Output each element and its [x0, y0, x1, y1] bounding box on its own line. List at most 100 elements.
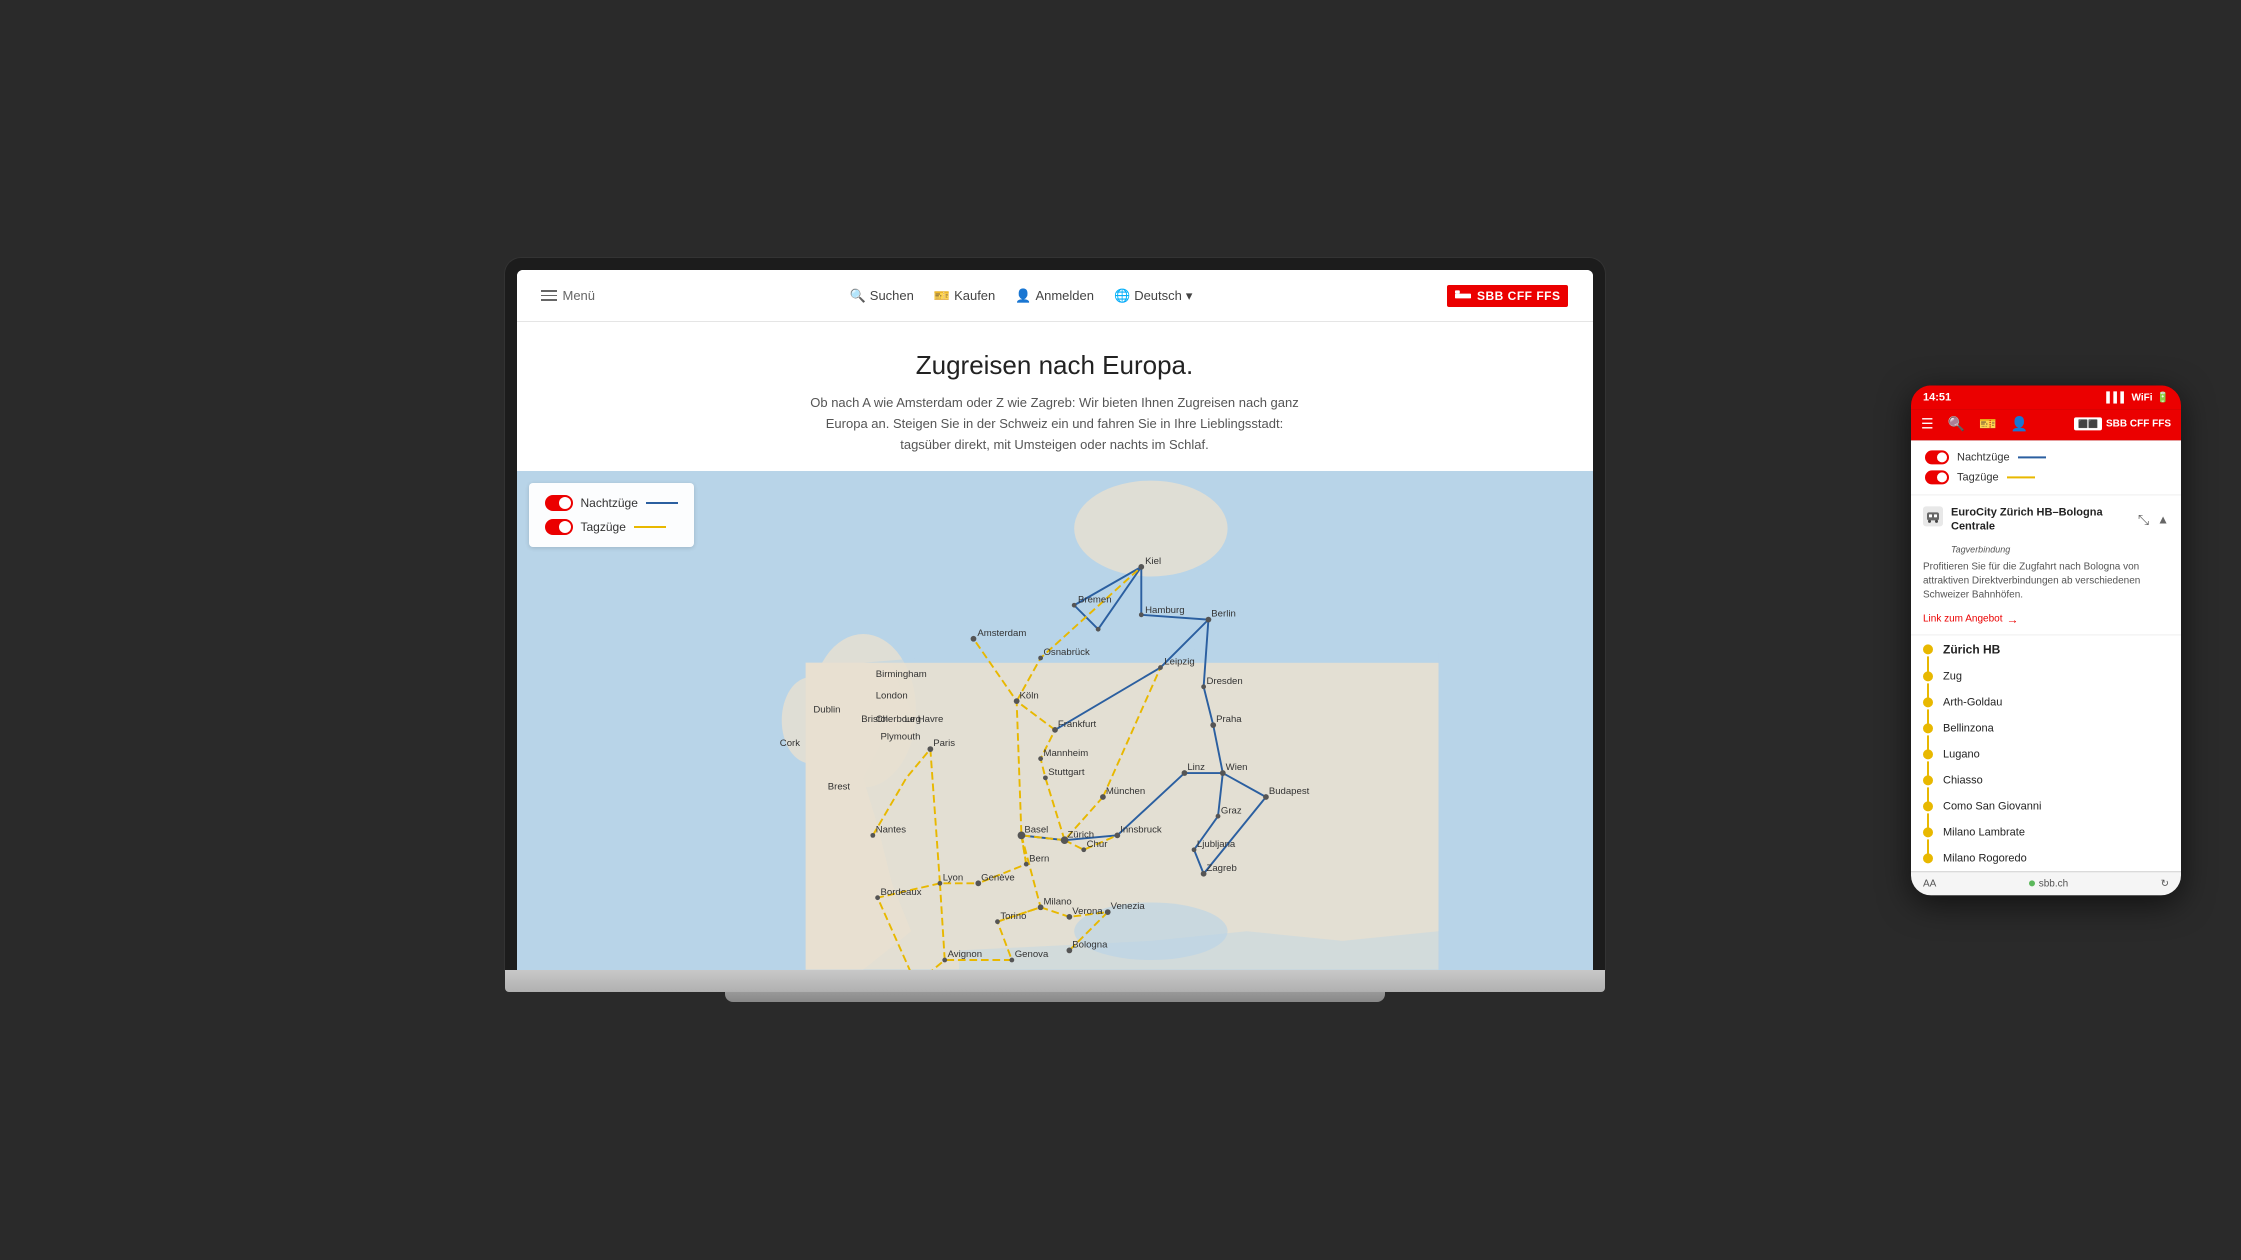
phone-day-toggle[interactable] [1925, 470, 1949, 484]
stop-item[interactable]: Milano Rogoredo [1911, 845, 2181, 871]
stop-item[interactable]: Lugano [1911, 741, 2181, 767]
phone-day-line [2007, 476, 2035, 478]
nav-center: 🔍 Suchen 🎫 Kaufen 👤 Anmelden 🌐 [850, 288, 1193, 304]
stop-dot [1923, 853, 1933, 863]
svg-text:Birmingham: Birmingham [875, 670, 926, 681]
route-link-label[interactable]: Link zum Angebot [1923, 613, 2003, 624]
route-train-icon [1923, 506, 1943, 526]
refresh-icon[interactable]: ↻ [2161, 878, 2169, 889]
phone-legend-night[interactable]: Nachtzüge [1925, 450, 2167, 464]
hamburger-icon[interactable] [541, 290, 557, 301]
legend-item-night[interactable]: Nachtzüge [545, 495, 678, 511]
stop-item[interactable]: Como San Giovanni [1911, 793, 2181, 819]
buy-label[interactable]: Kaufen [954, 288, 995, 303]
phone-time: 14:51 [1923, 391, 1951, 403]
route-title-area: EuroCity Zürich HB–Bologna Centrale [1923, 505, 2138, 534]
svg-text:Kiel: Kiel [1145, 556, 1161, 567]
login-label[interactable]: Anmelden [1035, 288, 1094, 303]
phone-logo-text: SBB CFF FFS [2106, 418, 2171, 429]
phone-user-icon[interactable]: 👤 [2010, 415, 2027, 432]
day-train-line-sample [634, 526, 666, 528]
url-area: sbb.ch [2029, 878, 2068, 889]
url-text: sbb.ch [2039, 878, 2068, 889]
stop-item[interactable]: Bellinzona [1911, 715, 2181, 741]
svg-text:Bologna: Bologna [1072, 940, 1108, 951]
buy-icon: 🎫 [934, 288, 950, 304]
svg-text:Berlin: Berlin [1211, 609, 1236, 620]
svg-text:Leipzig: Leipzig [1164, 657, 1194, 668]
svg-text:Cork: Cork [779, 739, 799, 750]
stop-name: Arth-Goldau [1943, 696, 2002, 708]
stop-dot [1923, 775, 1933, 785]
route-card: EuroCity Zürich HB–Bologna Centrale ⤡ ▲ … [1911, 495, 2181, 635]
stop-name: Lugano [1943, 748, 1980, 760]
expand-icon[interactable]: ⤡ [2138, 511, 2149, 528]
route-card-actions: ⤡ ▲ [2138, 511, 2169, 528]
stop-item[interactable]: Arth-Goldau [1911, 689, 2181, 715]
svg-text:Venezia: Venezia [1110, 902, 1145, 913]
phone-night-label: Nachtzüge [1957, 451, 2010, 463]
phone-ticket-icon[interactable]: 🎫 [1979, 415, 1996, 432]
font-size-label[interactable]: AA [1923, 878, 1936, 889]
search-label[interactable]: Suchen [870, 288, 914, 303]
route-link[interactable]: Link zum Angebot → [1911, 608, 2181, 634]
search-nav-item[interactable]: 🔍 Suchen [850, 288, 914, 304]
phone-nav: ☰ 🔍 🎫 👤 ⬛⬛ SBB CFF FFS [1911, 409, 2181, 440]
svg-text:Basel: Basel [1024, 825, 1048, 836]
buy-nav-item[interactable]: 🎫 Kaufen [934, 288, 995, 304]
svg-text:Plymouth: Plymouth [880, 732, 920, 743]
svg-text:Osnabrück: Osnabrück [1043, 647, 1090, 658]
night-train-toggle[interactable] [545, 495, 573, 511]
phone-hamburger-icon[interactable]: ☰ [1921, 415, 1934, 432]
stop-item[interactable]: Chiasso [1911, 767, 2181, 793]
phone-night-toggle[interactable] [1925, 450, 1949, 464]
stop-name: Zürich HB [1943, 642, 2000, 656]
svg-text:Mannheim: Mannheim [1043, 748, 1088, 759]
lang-nav-item[interactable]: 🌐 Deutsch ▾ [1114, 288, 1192, 304]
page-title: Zugreisen nach Europa. [537, 350, 1573, 381]
laptop-screen-border: Menü 🔍 Suchen 🎫 Kaufen 👤 A [505, 258, 1605, 970]
svg-text:Praha: Praha [1216, 715, 1242, 726]
svg-text:Budapest: Budapest [1268, 787, 1309, 798]
legend-item-day[interactable]: Tagzüge [545, 519, 678, 535]
chevron-down-icon: ▾ [1186, 288, 1193, 304]
route-card-title: EuroCity Zürich HB–Bologna Centrale [1951, 505, 2138, 534]
login-nav-item[interactable]: 👤 Anmelden [1015, 288, 1094, 304]
svg-text:Verona: Verona [1072, 906, 1103, 917]
phone-sbb-logo: ⬛⬛ SBB CFF FFS [2074, 417, 2171, 430]
nav-left[interactable]: Menü [541, 288, 596, 303]
phone-search-icon[interactable]: 🔍 [1948, 415, 1965, 432]
wifi-icon: WiFi [2132, 392, 2153, 403]
stop-item[interactable]: Zürich HB [1911, 635, 2181, 663]
collapse-icon[interactable]: ▲ [2157, 513, 2169, 527]
phone-nav-left-icons: ☰ 🔍 🎫 👤 [1921, 415, 2028, 432]
svg-text:Chur: Chur [1086, 839, 1108, 850]
lang-label[interactable]: Deutsch [1134, 288, 1182, 303]
phone-day-label: Tagzüge [1957, 471, 1999, 483]
route-description: Profitieren Sie für die Zugfahrt nach Bo… [1911, 558, 2181, 608]
svg-text:Hamburg: Hamburg [1145, 605, 1184, 616]
stop-dot [1923, 723, 1933, 733]
svg-text:London: London [875, 691, 907, 702]
svg-text:Genève: Genève [981, 873, 1015, 884]
scene: Menü 🔍 Suchen 🎫 Kaufen 👤 A [0, 0, 2241, 1260]
svg-text:Köln: Köln [1019, 691, 1038, 702]
phone-logo-badge: ⬛⬛ [2074, 417, 2102, 430]
svg-text:Torino: Torino [1000, 911, 1026, 922]
secure-dot [2029, 880, 2035, 886]
svg-text:Amsterdam: Amsterdam [977, 628, 1026, 639]
stop-item[interactable]: Milano Lambrate [1911, 819, 2181, 845]
svg-text:Bern: Bern [1029, 854, 1049, 865]
stop-dot [1923, 827, 1933, 837]
svg-text:Frankfurt: Frankfurt [1057, 719, 1096, 730]
laptop-foot [725, 992, 1385, 1002]
svg-text:Graz: Graz [1220, 806, 1241, 817]
day-train-toggle[interactable] [545, 519, 573, 535]
route-card-header: EuroCity Zürich HB–Bologna Centrale ⤡ ▲ [1911, 495, 2181, 540]
map-container: Kiel Hamburg Bremen Berlin Amsterdam Osn… [517, 471, 1593, 970]
hero-section: Zugreisen nach Europa. Ob nach A wie Ams… [517, 322, 1593, 471]
svg-text:München: München [1105, 787, 1144, 798]
stop-item[interactable]: Zug [1911, 663, 2181, 689]
phone-legend-day[interactable]: Tagzüge [1925, 470, 2167, 484]
menu-label[interactable]: Menü [563, 288, 596, 303]
